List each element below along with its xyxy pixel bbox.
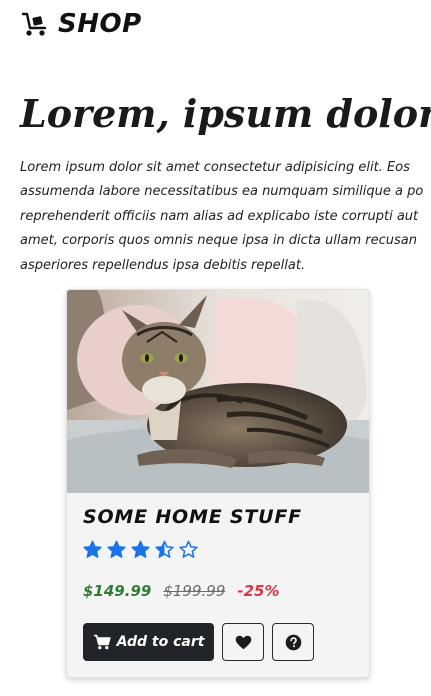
intro-line: asperiores repellendus ipsa debitis repe… xyxy=(20,257,306,273)
intro-line: amet, corporis quos omnis neque ipsa in … xyxy=(20,233,417,249)
shop-page: SHOP Lorem, ipsum dolor sit a Lorem ipsu… xyxy=(0,0,431,696)
intro-line: Lorem ipsum dolor sit amet consectetur a… xyxy=(20,160,410,175)
cart-icon xyxy=(93,634,111,650)
rating-stars xyxy=(83,540,198,559)
brand[interactable]: SHOP xyxy=(20,6,142,42)
add-to-cart-button[interactable]: Add to cart xyxy=(83,623,214,661)
star-full-icon xyxy=(107,540,126,558)
info-button[interactable] xyxy=(272,623,314,661)
product-title: SOME HOME STUFF xyxy=(83,506,302,528)
heart-icon xyxy=(235,635,251,649)
intro-line: assumenda labore necessitatibus ea numqu… xyxy=(20,184,424,200)
product-card: SOME HOME STUFF $149.99 $199.99 -25% Add… xyxy=(66,289,370,678)
brand-name: SHOP xyxy=(58,9,142,39)
page-title: Lorem, ipsum dolor sit a xyxy=(20,91,431,136)
product-actions: Add to cart xyxy=(83,623,314,661)
current-price: $149.99 xyxy=(83,582,152,600)
star-empty-icon xyxy=(179,540,198,558)
intro-paragraph: Lorem ipsum dolor sit amet consectetur a… xyxy=(20,156,431,278)
star-full-icon xyxy=(131,540,150,558)
star-half-icon xyxy=(155,540,174,558)
question-circle-icon xyxy=(285,634,301,650)
star-full-icon xyxy=(83,540,102,558)
wishlist-button[interactable] xyxy=(222,623,264,661)
discount-badge: -25% xyxy=(237,582,280,600)
intro-line: reprehenderit officiis nam alias ad expl… xyxy=(20,208,419,224)
product-image[interactable] xyxy=(67,290,370,493)
hand-truck-icon xyxy=(21,12,47,36)
add-to-cart-label: Add to cart xyxy=(116,634,205,650)
old-price: $199.99 xyxy=(163,582,226,600)
price-row: $149.99 $199.99 -25% xyxy=(83,582,280,600)
